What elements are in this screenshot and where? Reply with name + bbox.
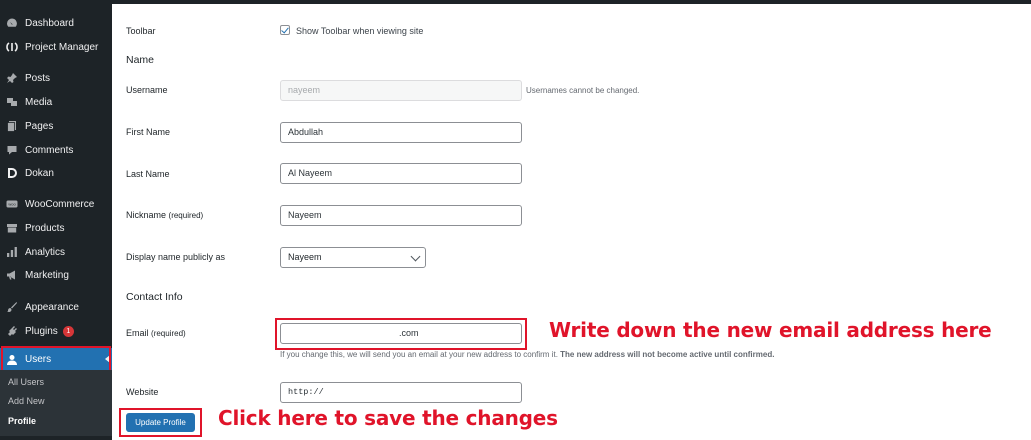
username-label: Username [126,85,168,95]
sidebar-item-dokan[interactable]: Dokan [0,162,112,184]
sidebar-item-appearance[interactable]: Appearance [0,296,112,318]
email-required-text: (required) [151,329,186,338]
last-name-label: Last Name [126,169,170,179]
email-label: Email (required) [126,328,186,338]
sidebar-item-label: Project Manager [25,41,99,53]
media-icon [6,96,18,108]
redacted-website-mask [325,385,445,399]
redacted-email-mask [289,325,393,340]
comment-icon [6,144,18,156]
users-highlight-box [1,346,111,373]
sidebar-item-woocommerce[interactable]: woo WooCommerce [0,193,112,215]
sidebar-item-marketing[interactable]: Marketing [0,264,112,286]
sidebar-item-pages[interactable]: Pages [0,115,112,137]
email-note-text: If you change this, we will send you an … [280,350,558,359]
sidebar-item-label: Posts [25,72,51,84]
display-name-select[interactable]: Nayeem [280,247,426,268]
sidebar-item-comments[interactable]: Comments [0,139,112,161]
toolbar-label: Toolbar [126,26,156,36]
sidebar-item-label: Plugins [25,325,58,337]
update-count-badge: 1 [62,325,74,337]
sidebar-item-label: Comments [25,144,74,156]
sidebar-item-dashboard[interactable]: Dashboard [0,12,112,34]
sidebar-item-project-manager[interactable]: Project Manager [0,36,112,58]
sidebar-item-posts[interactable]: Posts [0,67,112,89]
sidebar-item-plugins[interactable]: Plugins 1 [0,320,112,342]
toolbar-checkbox[interactable] [280,25,290,35]
sidebar-item-label: Marketing [25,269,69,281]
save-instruction-annotation: Click here to save the changes [218,406,558,430]
bar-chart-icon [6,246,18,258]
update-profile-button[interactable]: Update Profile [126,413,195,432]
email-instruction-annotation: Write down the new email address here [549,318,992,342]
first-name-label: First Name [126,127,171,137]
submenu-item-all-users[interactable]: All Users [8,377,44,387]
sidebar-item-label: Media [25,96,53,108]
nickname-label: Nickname (required) [126,210,203,220]
sidebar-item-label: Appearance [25,301,79,313]
dokan-icon [6,167,18,179]
chevron-down-icon [410,251,421,262]
last-name-input[interactable]: Al Nayeem [280,163,522,184]
sidebar-item-analytics[interactable]: Analytics [0,241,112,263]
sidebar-item-label: Dokan [25,167,54,179]
pin-icon [6,72,18,84]
submenu-item-profile[interactable]: Profile [8,416,36,426]
name-section-heading: Name [126,54,155,66]
nickname-input[interactable]: Nayeem [280,205,522,226]
paintbrush-icon [6,301,18,313]
email-label-text: Email [126,328,149,338]
sidebar-item-label: Products [25,222,65,234]
username-input: nayeem [280,80,522,101]
email-change-note: If you change this, we will send you an … [280,350,774,359]
toolbar-checkbox-label: Show Toolbar when viewing site [296,26,424,36]
username-note: Usernames cannot be changed. [526,86,640,95]
users-submenu: All Users Add New Profile [0,370,112,436]
project-manager-icon [6,41,18,53]
website-label: Website [126,387,159,397]
submenu-item-add-new[interactable]: Add New [8,396,45,406]
contact-info-heading: Contact Info [126,291,183,303]
nickname-label-text: Nickname [126,210,167,220]
pages-icon [6,120,18,132]
sidebar-item-label: Pages [25,120,54,132]
plug-icon [6,325,18,337]
dashboard-icon [6,17,18,29]
sidebar-item-label: Dashboard [25,17,74,29]
sidebar-item-label: WooCommerce [25,198,95,210]
first-name-input[interactable]: Abdullah [280,122,522,143]
profile-form: Toolbar Show Toolbar when viewing site N… [112,4,1031,440]
display-name-selected-value: Nayeem [288,252,322,262]
svg-text:woo: woo [8,202,16,207]
email-note-bold: The new address will not become active u… [560,350,775,359]
nickname-required-text: (required) [168,211,204,220]
display-name-label: Display name publicly as [126,252,226,262]
woocommerce-icon: woo [6,198,18,210]
megaphone-icon [6,269,18,281]
sidebar-item-products[interactable]: Products [0,217,112,239]
sidebar-item-media[interactable]: Media [0,91,112,113]
archive-icon [6,222,18,234]
sidebar-item-label: Analytics [25,246,66,258]
